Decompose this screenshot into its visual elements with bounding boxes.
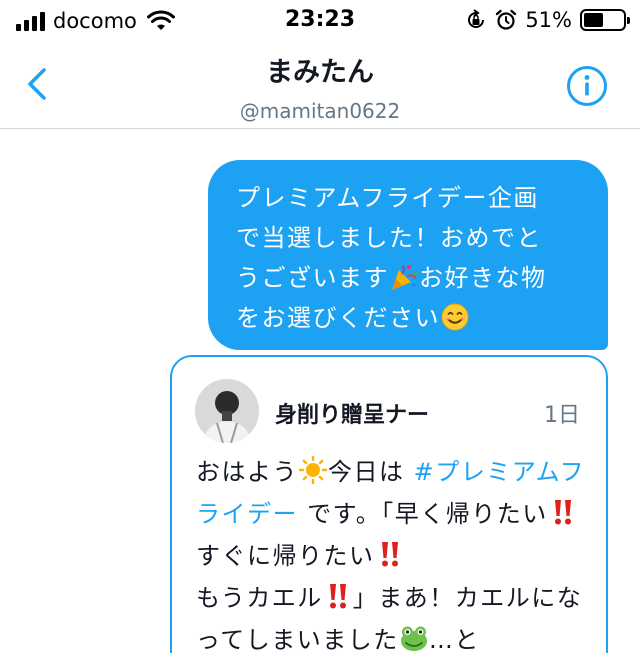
- message-text: お好きな物: [419, 264, 547, 292]
- tweet-text-segment: おはよう: [196, 458, 298, 486]
- party-popper-emoji: [392, 265, 417, 290]
- message-text: をお選びください: [236, 304, 440, 332]
- shared-tweet-card[interactable]: 身削り贈呈ナー 1日 おはよう 今日は #プレミアムフライデー です。「早く帰り…: [170, 355, 608, 653]
- frog-emoji: [400, 626, 427, 651]
- tweet-author-name[interactable]: 身削り贈呈ナー: [275, 397, 429, 429]
- tweet-text-segment: 今日は: [328, 458, 414, 486]
- message-line: プレミアムフライデー企画: [236, 184, 539, 212]
- tweet-text-segment: すぐに帰りたい: [196, 542, 375, 570]
- status-right: 51%: [465, 8, 630, 32]
- alarm-clock-icon: [496, 9, 517, 30]
- message-line: うございます お好きな物: [236, 258, 594, 298]
- tweet-text-segment: です。「早く帰りたい: [298, 500, 548, 528]
- tweet-timestamp: 1日: [544, 403, 580, 428]
- tweet-text-segment: …と: [428, 626, 480, 653]
- double-exclamation-emoji: [381, 542, 398, 567]
- avatar-image: [195, 379, 259, 443]
- contact-name: まみたん: [266, 57, 374, 88]
- message-text: うございます: [236, 264, 389, 292]
- battery-icon: [580, 9, 630, 31]
- sun-emoji: [298, 455, 328, 485]
- double-exclamation-emoji: [329, 584, 346, 609]
- battery-fill: [584, 13, 604, 27]
- battery-percentage: 51%: [525, 8, 572, 32]
- avatar[interactable]: [195, 379, 259, 443]
- info-circle-icon[interactable]: [566, 65, 608, 107]
- message-line: で当選しました！おめでと: [236, 224, 542, 252]
- smiling-face-emoji: [441, 303, 469, 331]
- tweet-text: おはよう 今日は #プレミアムフライデー です。「早く帰りたい すぐに帰りたい …: [196, 451, 586, 653]
- sent-message-bubble[interactable]: プレミアムフライデー企画 で当選しました！おめでと うございます お好きな物 を…: [208, 160, 608, 350]
- conversation-title[interactable]: まみたん @mamitan0622: [0, 50, 640, 123]
- contact-handle: @mamitan0622: [239, 99, 401, 123]
- conversation-header: まみたん @mamitan0622: [0, 40, 640, 129]
- status-bar: docomo 23:23 51%: [0, 0, 640, 40]
- orientation-lock-icon: [468, 9, 485, 28]
- double-exclamation-emoji: [554, 500, 571, 525]
- tweet-text-segment: もうカエル: [196, 584, 323, 612]
- message-line: をお選びください: [236, 298, 594, 338]
